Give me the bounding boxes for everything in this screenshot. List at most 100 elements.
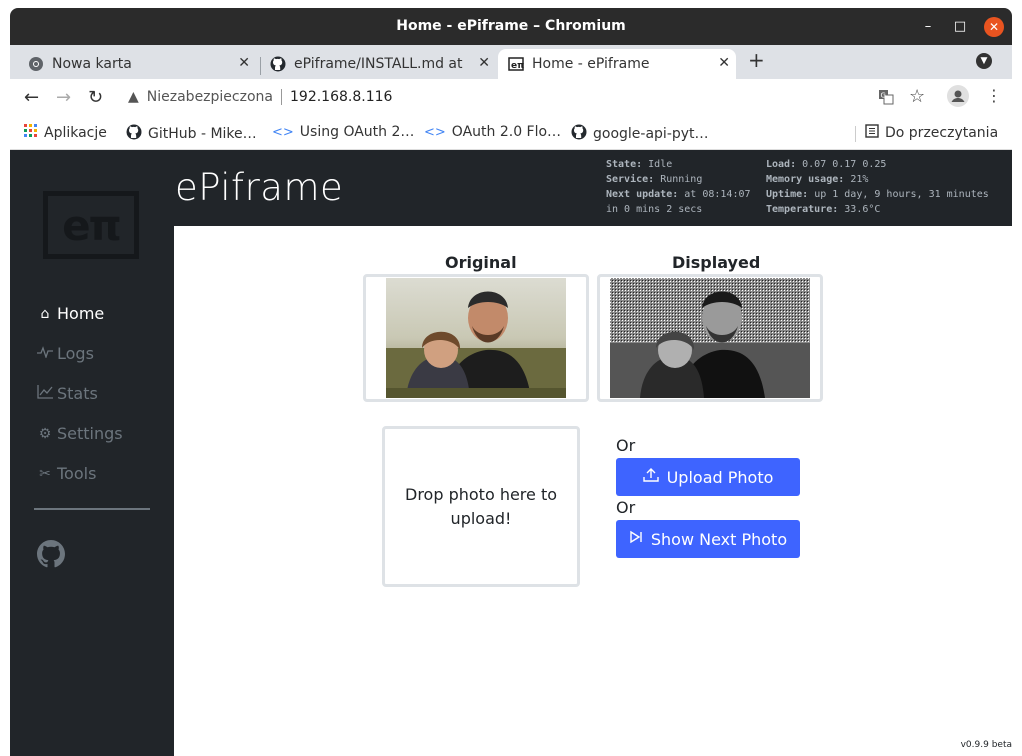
bookmarks-bar: Aplikacje GitHub - Mike… <> Using OAuth …: [10, 117, 1012, 150]
browser-toolbar: ← → ↻ ▲ Niezabezpieczona 192.168.8.116 G…: [10, 79, 1012, 117]
reading-list[interactable]: Do przeczytania: [865, 124, 998, 142]
sidebar-item-settings[interactable]: ⚙ Settings: [37, 424, 123, 443]
next-update-value: at 08:14:07: [684, 189, 751, 200]
sidebar-item-label: Settings: [57, 424, 123, 443]
chrome-icon: [28, 56, 44, 72]
bookmark-github[interactable]: GitHub - Mike…: [126, 124, 257, 144]
photo-dropzone[interactable]: Drop photo here to upload!: [382, 426, 580, 587]
address-separator: [281, 89, 282, 105]
bookmark-oauth-using[interactable]: <> Using OAuth 2…: [272, 124, 414, 140]
tab-install-md[interactable]: ePiframe/INSTALL.md at ✕: [260, 49, 496, 79]
show-next-photo-button[interactable]: Show Next Photo: [616, 520, 800, 558]
tab-strip: Nowa karta ✕ ePiframe/INSTALL.md at ✕ eπ…: [10, 45, 1012, 79]
address-bar[interactable]: ▲ Niezabezpieczona 192.168.8.116: [118, 82, 938, 112]
sidebar-item-tools[interactable]: ✂ Tools: [37, 464, 96, 483]
sidebar-item-label: Tools: [57, 464, 97, 483]
close-tab-icon[interactable]: ✕: [718, 55, 730, 71]
tab-label: Home - ePiframe: [532, 56, 650, 72]
displayed-photo: [610, 278, 810, 398]
profile-avatar[interactable]: [947, 85, 969, 111]
web-page: eπ ⌂ Home Logs Stats ⚙ Settings ✂ Tools …: [10, 150, 1012, 756]
translate-icon[interactable]: G: [878, 89, 894, 109]
state-label: State:: [606, 159, 643, 170]
upload-icon: [642, 467, 659, 487]
or-label: Or: [616, 436, 636, 455]
window-title: Home - ePiframe – Chromium: [396, 18, 626, 34]
bookmark-label: GitHub - Mike…: [148, 126, 257, 142]
tab-search-icon[interactable]: ▼: [976, 53, 992, 69]
chart-icon: [37, 384, 53, 403]
brand-title: ePiframe: [175, 166, 344, 209]
skip-next-icon: [629, 530, 643, 548]
bookmark-apps[interactable]: Aplikacje: [24, 124, 107, 142]
github-icon[interactable]: [37, 540, 65, 568]
apps-grid-icon: [24, 124, 38, 142]
bookmark-google-api[interactable]: google-api-pyt…: [571, 124, 709, 144]
github-icon: [571, 124, 587, 144]
code-icon: <>: [272, 124, 294, 140]
temperature-value: 33.6°C: [844, 204, 881, 215]
version-label: v0.9.9 beta: [960, 740, 1012, 750]
bookmark-label: OAuth 2.0 Flo…: [451, 124, 562, 140]
upload-photo-button[interactable]: Upload Photo: [616, 458, 800, 496]
bookmark-label: google-api-pyt…: [593, 126, 709, 142]
bookmark-star-icon[interactable]: ☆: [909, 86, 925, 107]
bookmark-label: Aplikacje: [44, 125, 107, 141]
load-label: Load:: [766, 159, 797, 170]
next-update-label: Next update:: [606, 189, 679, 200]
maximize-button[interactable]: □: [950, 17, 970, 37]
bookmark-oauth-flow[interactable]: <> OAuth 2.0 Flo…: [424, 124, 561, 140]
sidebar-item-label: Logs: [57, 344, 94, 363]
close-tab-icon[interactable]: ✕: [238, 55, 250, 71]
back-arrow-icon[interactable]: ←: [24, 87, 39, 108]
sidebar: eπ ⌂ Home Logs Stats ⚙ Settings ✂ Tools: [10, 150, 174, 756]
main-content: Original Displayed Drop photo here to up…: [174, 226, 1012, 756]
epiframe-logo: eπ: [43, 191, 139, 259]
pulse-icon: [37, 345, 53, 362]
sidebar-divider: [34, 508, 150, 510]
browser-window: Home - ePiframe – Chromium – □ ✕ Nowa ka…: [10, 8, 1012, 756]
app-header: ePiframe State: Idle Service: Running Ne…: [174, 150, 1012, 226]
show-next-photo-label: Show Next Photo: [650, 529, 788, 549]
minimize-button[interactable]: –: [918, 17, 938, 37]
sidebar-item-stats[interactable]: Stats: [37, 384, 98, 403]
reading-list-icon: [865, 124, 879, 142]
displayed-label: Displayed: [672, 253, 761, 272]
security-status: Niezabezpieczona: [146, 89, 273, 105]
load-value: 0.07 0.17 0.25: [802, 159, 887, 170]
sidebar-item-label: Home: [57, 304, 105, 323]
upload-photo-label: Upload Photo: [666, 467, 774, 487]
reload-icon[interactable]: ↻: [88, 87, 103, 108]
original-photo: [386, 278, 566, 398]
bookmarks-separator: [855, 126, 856, 142]
home-icon: ⌂: [40, 305, 50, 322]
next-update-countdown: in 0 mins 2 secs: [606, 204, 703, 215]
tab-label: Nowa karta: [52, 56, 132, 72]
status-panel-left: State: Idle Service: Running Next update…: [606, 157, 751, 217]
browser-menu-icon[interactable]: ⋮: [986, 86, 1002, 105]
sidebar-item-home[interactable]: ⌂ Home: [37, 304, 105, 323]
uptime-value: up 1 day, 9 hours, 31 minutes: [814, 189, 989, 200]
tab-label: ePiframe/INSTALL.md at: [294, 56, 463, 72]
status-panel-right: Load: 0.07 0.17 0.25 Memory usage: 21% U…: [766, 157, 989, 217]
tab-new-tab[interactable]: Nowa karta ✕: [18, 49, 256, 79]
close-tab-icon[interactable]: ✕: [478, 55, 490, 71]
gear-icon: ⚙: [38, 425, 52, 442]
close-window-button[interactable]: ✕: [984, 17, 1004, 37]
tab-home-epiframe[interactable]: eπ Home - ePiframe ✕: [498, 49, 736, 79]
code-icon: <>: [424, 124, 446, 140]
logo-text: eπ: [62, 200, 122, 250]
warning-icon: ▲: [128, 89, 139, 105]
title-bar: Home - ePiframe – Chromium – □ ✕: [10, 8, 1012, 45]
sidebar-item-logs[interactable]: Logs: [37, 344, 94, 363]
epiframe-favicon: eπ: [508, 56, 524, 72]
state-value: Idle: [648, 159, 673, 170]
new-tab-button[interactable]: +: [748, 48, 765, 72]
tools-icon: ✂: [39, 465, 51, 482]
memory-label: Memory usage:: [766, 174, 845, 185]
or-label: Or: [616, 498, 636, 517]
forward-arrow-icon[interactable]: →: [56, 87, 71, 108]
github-icon: [270, 56, 286, 72]
service-value: Running: [660, 174, 703, 185]
memory-value: 21%: [850, 174, 869, 185]
